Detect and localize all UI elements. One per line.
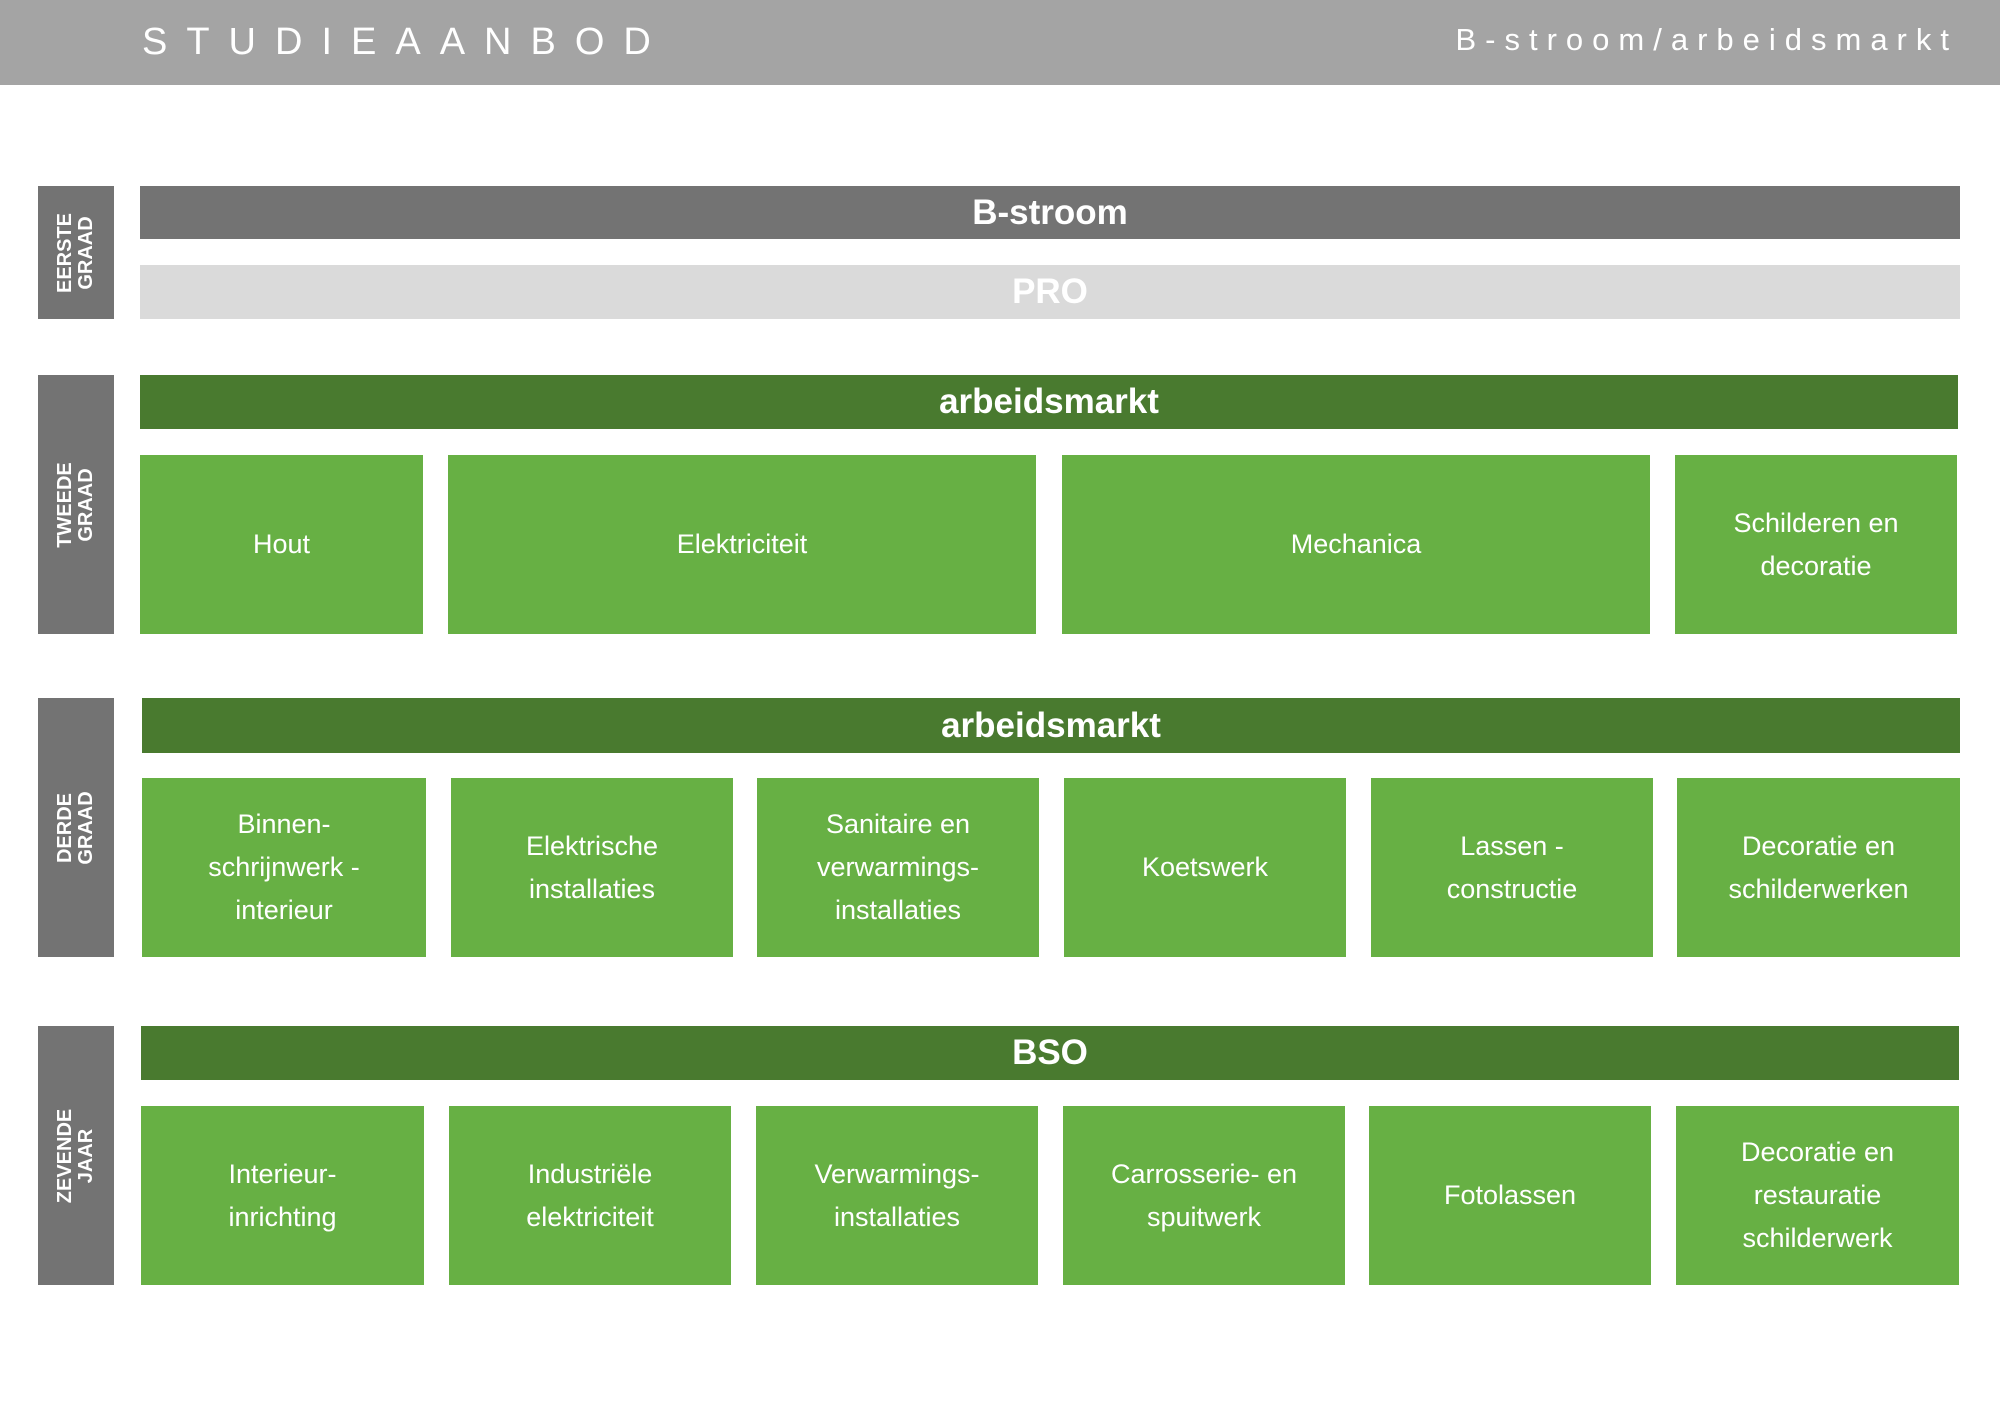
page-subtitle: B-stroom/arbeidsmarkt — [1455, 22, 1958, 57]
side-label-text: TWEEDE GRAAD — [54, 461, 97, 548]
box-binnenschrijnwerk-interieur: Binnen- schrijnwerk - interieur — [142, 778, 426, 957]
box-elektrische-installaties: Elektrische installaties — [451, 778, 733, 957]
box-elektriciteit: Elektriciteit — [448, 455, 1036, 634]
box-koetswerk: Koetswerk — [1064, 778, 1346, 957]
box-decoratie-restauratie-schilderwerk: Decoratie en restauratie schilderwerk — [1676, 1106, 1959, 1285]
bar-arbeidsmarkt-derde: arbeidsmarkt — [142, 698, 1960, 753]
bar-arbeidsmarkt-tweede: arbeidsmarkt — [140, 375, 1958, 429]
box-carrosserie-spuitwerk: Carrosserie- en spuitwerk — [1063, 1106, 1345, 1285]
side-label-text: EERSTE GRAAD — [54, 212, 97, 293]
box-industriele-elektriciteit: Industriële elektriciteit — [449, 1106, 731, 1285]
side-label-tweede-graad: TWEEDE GRAAD — [38, 375, 114, 634]
side-label-text: DERDE GRAAD — [54, 790, 97, 865]
page-title: STUDIEAANBOD — [142, 21, 670, 63]
side-label-eerste-graad: EERSTE GRAAD — [38, 186, 114, 319]
box-interieurinrichting: Interieur- inrichting — [141, 1106, 424, 1285]
box-schilderen-decoratie: Schilderen en decoratie — [1675, 455, 1957, 634]
box-mechanica: Mechanica — [1062, 455, 1650, 634]
bar-bso: BSO — [141, 1026, 1959, 1080]
page-header: STUDIEAANBOD B-stroom/arbeidsmarkt — [0, 0, 2000, 85]
box-verwarmingsinstallaties: Verwarmings- installaties — [756, 1106, 1038, 1285]
bar-b-stroom: B-stroom — [140, 186, 1960, 239]
bar-pro: PRO — [140, 265, 1960, 319]
side-label-text: ZEVENDE JAAR — [54, 1108, 97, 1203]
box-sanitaire-verwarmingsinstallaties: Sanitaire en verwarmings- installaties — [757, 778, 1039, 957]
box-lassen-constructie: Lassen - constructie — [1371, 778, 1653, 957]
box-decoratie-schilderwerken: Decoratie en schilderwerken — [1677, 778, 1960, 957]
side-label-derde-graad: DERDE GRAAD — [38, 698, 114, 957]
side-label-zevende-jaar: ZEVENDE JAAR — [38, 1026, 114, 1285]
box-fotolassen: Fotolassen — [1369, 1106, 1651, 1285]
box-hout: Hout — [140, 455, 423, 634]
